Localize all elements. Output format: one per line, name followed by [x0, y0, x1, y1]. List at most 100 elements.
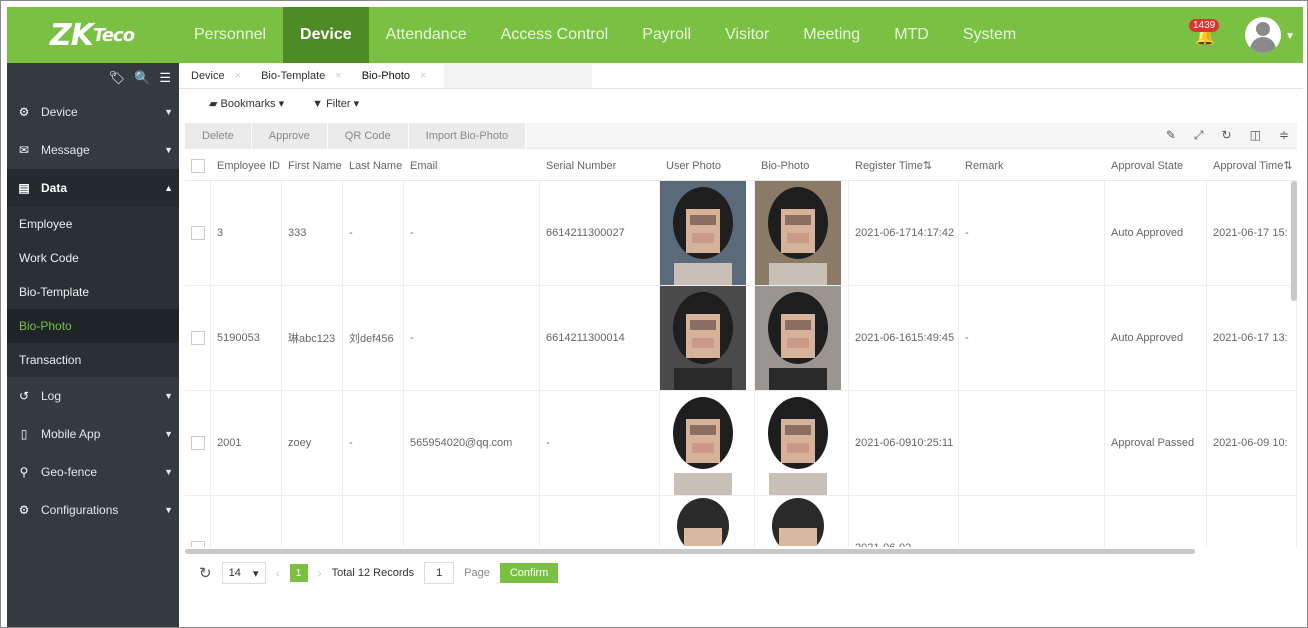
- sidebar-item-work-code[interactable]: Work Code: [7, 241, 179, 275]
- column-header-employee-id[interactable]: Employee ID: [211, 151, 282, 180]
- page-input[interactable]: 1: [424, 562, 455, 584]
- page-size-select[interactable]: 14 ▾: [221, 562, 266, 584]
- nav-device[interactable]: Device: [283, 7, 369, 63]
- select-all-checkbox[interactable]: [191, 158, 205, 173]
- face-photo-image: [660, 286, 746, 390]
- sidebar-group-label: Log: [41, 389, 62, 403]
- nav-visitor[interactable]: Visitor: [708, 7, 786, 63]
- tab-strip-empty: [444, 63, 593, 88]
- register-date: 2021-06-16: [855, 332, 912, 344]
- prev-page-icon[interactable]: ‹: [276, 566, 280, 580]
- column-header-first-name[interactable]: First Name: [282, 151, 343, 180]
- nav-access-control[interactable]: Access Control: [484, 7, 626, 63]
- main-nav: Personnel Device Attendance Access Control P…: [177, 7, 1033, 63]
- column-header-approval-time[interactable]: Approval Time ⇅: [1207, 151, 1297, 180]
- chevron-down-icon[interactable]: ▼: [1285, 31, 1295, 42]
- table-row[interactable]: 2001 zoey -565954020@qq.com -2021-06-09 10:2…: [185, 391, 1297, 496]
- sidebar-group-device[interactable]: ⚙ Device ▼: [7, 93, 179, 131]
- column-header-serial-number[interactable]: Serial Number: [540, 151, 660, 180]
- columns-icon[interactable]: ◫: [1250, 128, 1261, 143]
- register-clock: 10:25:11: [911, 437, 954, 449]
- table-header: Employee ID First Name Last Name Email Seria…: [185, 151, 1297, 181]
- close-icon[interactable]: ×: [335, 70, 341, 82]
- row-checkbox[interactable]: [190, 436, 205, 450]
- sidebar-item-employee[interactable]: Employee: [7, 207, 179, 241]
- serial-number-cell: -: [540, 391, 660, 495]
- approve-button[interactable]: Approve: [251, 122, 328, 149]
- nav-personnel[interactable]: Personnel: [177, 7, 283, 63]
- horizontal-scrollbar[interactable]: [185, 549, 1195, 554]
- nav-meeting[interactable]: Meeting: [786, 7, 877, 63]
- tab-bio-template[interactable]: Bio-Template ×: [255, 70, 356, 82]
- column-header-bio-photo[interactable]: Bio-Photo: [755, 151, 849, 180]
- column-header-user-photo[interactable]: User Photo: [660, 151, 755, 180]
- row-checkbox[interactable]: [190, 541, 205, 547]
- search-icon[interactable]: 🔍: [134, 70, 150, 86]
- settings-icon[interactable]: ≑: [1279, 128, 1289, 143]
- column-header-approval-state[interactable]: Approval State: [1105, 151, 1207, 180]
- sort-icon[interactable]: ⇅: [923, 159, 932, 172]
- serial-number-cell: 6614211300014: [540, 286, 660, 390]
- sidebar-group-configurations[interactable]: ⚙ Configurations ▼: [7, 491, 179, 529]
- tag-icon[interactable]: 🏷: [109, 70, 126, 86]
- qr-code-button[interactable]: QR Code: [327, 122, 409, 149]
- current-page[interactable]: 1: [289, 564, 308, 582]
- row-checkbox[interactable]: [190, 226, 205, 240]
- column-header-label: Bio-Photo: [761, 159, 810, 172]
- column-header-remark[interactable]: Remark: [959, 151, 1105, 180]
- nav-attendance[interactable]: Attendance: [369, 7, 484, 63]
- notification-bell[interactable]: 🔔 1439: [1189, 19, 1220, 49]
- column-header-email[interactable]: Email: [404, 151, 540, 180]
- last-name-cell: -: [343, 391, 404, 495]
- close-icon[interactable]: ×: [420, 70, 426, 82]
- chevron-down-icon: ▼: [164, 505, 173, 515]
- sidebar-item-transaction[interactable]: Transaction: [7, 343, 179, 377]
- filter-button[interactable]: ▼ Filter ▾: [312, 97, 359, 110]
- vertical-scrollbar[interactable]: [1291, 181, 1297, 301]
- menu-collapse-icon[interactable]: ☰: [159, 70, 171, 86]
- nav-system[interactable]: System: [946, 7, 1033, 63]
- edit-icon[interactable]: ✎: [1166, 128, 1176, 143]
- refresh-icon[interactable]: ↻: [199, 564, 212, 582]
- sidebar-group-label: Geo-fence: [41, 465, 98, 479]
- column-header-last-name[interactable]: Last Name: [343, 151, 404, 180]
- sidebar-item-bio-photo[interactable]: Bio-Photo: [7, 309, 179, 343]
- column-header-register-time[interactable]: Register Time ⇅: [849, 151, 959, 180]
- table-row[interactable]: 3 333- -6614211300027 2021-06-17 14:17:42- Au…: [185, 181, 1297, 286]
- refresh-icon[interactable]: ↻: [1222, 128, 1232, 143]
- confirm-button[interactable]: Confirm: [499, 563, 559, 583]
- column-header-label: Serial Number: [546, 159, 617, 172]
- column-header-label: Employee ID: [217, 159, 280, 172]
- sidebar-group-message[interactable]: ✉ Message ▼: [7, 131, 179, 169]
- nav-mtd[interactable]: MTD: [877, 7, 946, 63]
- row-select-cell: [185, 496, 211, 547]
- sidebar-group-log[interactable]: ↺ Log ▼: [7, 377, 179, 415]
- database-icon: ▤: [18, 181, 30, 195]
- fullscreen-icon[interactable]: ⤢: [1194, 128, 1204, 143]
- column-header-label: Remark: [965, 159, 1004, 172]
- user-photo: [660, 181, 746, 285]
- import-bio-photo-button[interactable]: Import Bio-Photo: [408, 122, 527, 149]
- first-name-cell: 333: [282, 181, 343, 285]
- register-time-cell: 2021-06-02: [849, 496, 959, 547]
- next-page-icon[interactable]: ›: [318, 566, 322, 580]
- sidebar-group-geo-fence[interactable]: ⚲ Geo-fence ▼: [7, 453, 179, 491]
- close-icon[interactable]: ×: [235, 70, 241, 82]
- row-checkbox[interactable]: [190, 331, 205, 345]
- table-row[interactable]: 2021-06-02: [185, 496, 1297, 547]
- user-avatar[interactable]: [1245, 17, 1281, 53]
- sidebar-item-bio-template[interactable]: Bio-Template: [7, 275, 179, 309]
- bookmarks-button[interactable]: ▰ Bookmarks ▾: [209, 97, 284, 110]
- face-photo-image: [755, 181, 841, 285]
- delete-button[interactable]: Delete: [185, 122, 252, 149]
- sort-icon[interactable]: ⇅: [1283, 159, 1292, 172]
- sidebar-group-data[interactable]: ▤ Data ▲: [7, 169, 179, 207]
- tab-device[interactable]: Device ×: [185, 70, 255, 82]
- tab-bio-photo[interactable]: Bio-Photo ×: [356, 70, 441, 82]
- user-photo: [660, 391, 746, 495]
- configurations-icon: ⚙: [18, 503, 30, 517]
- register-date: 2021-06-17: [855, 227, 912, 239]
- table-row[interactable]: 5190053 琳abc123 刘def456-6614211300014 2021-…: [185, 286, 1297, 391]
- sidebar-group-mobile-app[interactable]: ▯ Mobile App ▼: [7, 415, 179, 453]
- nav-payroll[interactable]: Payroll: [625, 7, 708, 63]
